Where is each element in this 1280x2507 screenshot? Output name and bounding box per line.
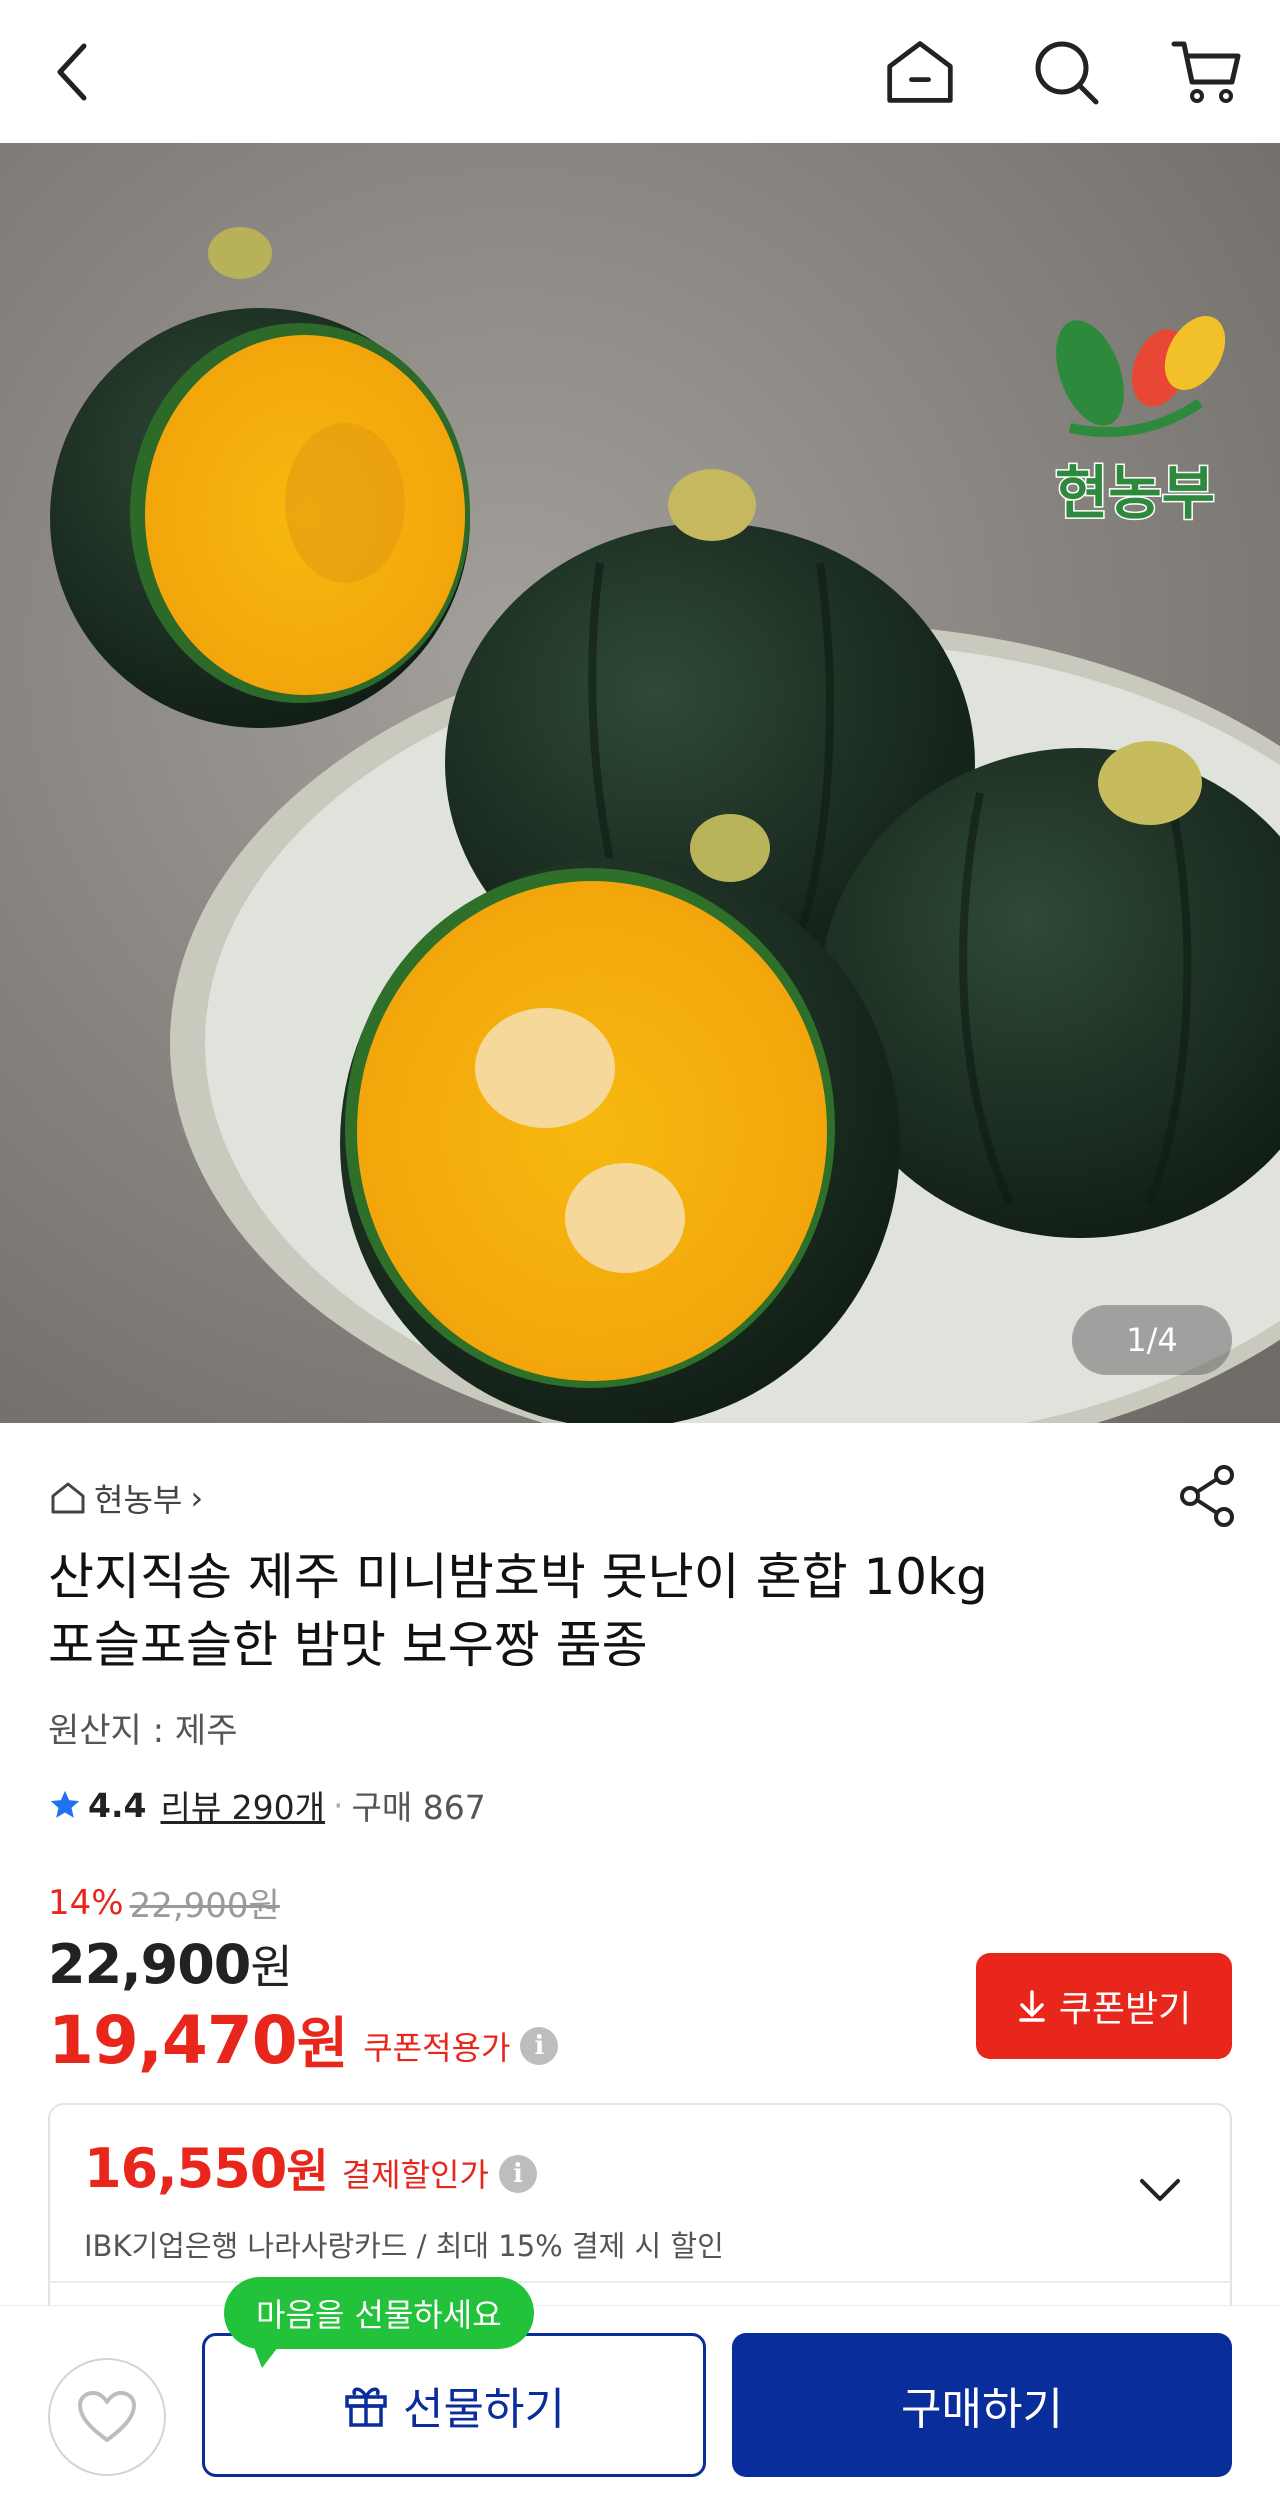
rating-score: 4.4 (88, 1785, 147, 1825)
product-title-line1: 산지직송 제주 미니밤호박 못난이 혼합 10kg (48, 1548, 988, 1606)
gift-tooltip-bubble: 마음을 선물하세요 (224, 2277, 534, 2349)
product-title-line2: 포슬포슬한 밤맛 보우짱 품종 (48, 1616, 648, 1674)
sale-price: 22,900원 (48, 1931, 558, 1997)
download-icon (1019, 1990, 1045, 2022)
store-link[interactable]: 현농부 › (50, 1475, 203, 1521)
buy-button[interactable]: 구매하기 (732, 2333, 1232, 2477)
gift-icon (345, 2387, 387, 2427)
get-coupon-label: 쿠폰받기 (1058, 1988, 1192, 2029)
back-button[interactable] (36, 36, 108, 108)
wishlist-button[interactable] (48, 2358, 166, 2476)
product-image-carousel[interactable]: 현농부 (0, 143, 1280, 1423)
product-photo: 현농부 (0, 143, 1280, 1423)
payment-info-icon[interactable]: i (498, 2155, 537, 2193)
discount-rate: 14% (48, 1882, 124, 1923)
payment-price-unit: 원 (286, 2144, 328, 2198)
coupon-price-label: 쿠폰적용가 (363, 2028, 511, 2067)
bottom-action-bar: 선물하기 구매하기 (0, 2305, 1280, 2507)
search-icon (1035, 41, 1099, 105)
payment-discount-card[interactable]: 16,550원 결제할인가 i IBK기업은행 나라사랑카드 / 최대 15% … (48, 2103, 1232, 2333)
gift-tooltip-tail (252, 2342, 282, 2368)
purchase-count: 구매 867 (351, 1788, 486, 1827)
rating-row: 4.4 리뷰 290개 · 구매 867 (48, 1781, 486, 1829)
product-origin: 원산지 : 제주 (48, 1711, 238, 1751)
coupon-price-number: 19,470 (48, 2002, 298, 2079)
chevron-right-icon: › (190, 1479, 204, 1517)
share-icon (1180, 1465, 1234, 1527)
payment-price: 16,550원 (84, 2135, 329, 2201)
gift-button-label: 선물하기 (403, 2385, 565, 2434)
card-divider (50, 2281, 1230, 2283)
payment-price-label: 결제할인가 (341, 2156, 489, 2194)
price-block: 14% 22,900원 22,900원 19,470원 쿠폰적용가 i (48, 1878, 559, 2080)
coupon-price-row: 19,470원 쿠폰적용가 i (48, 1999, 559, 2080)
share-button[interactable] (1178, 1465, 1236, 1527)
home-button[interactable] (884, 36, 956, 108)
cart-button[interactable] (1170, 36, 1242, 108)
original-price: 22,900원 (129, 1886, 280, 1926)
brand-logo-text: 현농부 (1055, 459, 1215, 527)
sale-price-unit: 원 (250, 1940, 292, 1994)
cart-icon (1171, 41, 1241, 103)
reviews-link[interactable]: 리뷰 290개 (160, 1781, 325, 1829)
search-button[interactable] (1030, 36, 1102, 108)
payment-price-number: 16,550 (84, 2137, 287, 2200)
star-icon (50, 1790, 80, 1818)
info-icon[interactable]: i (520, 2026, 559, 2065)
discount-row: 14% 22,900원 (48, 1878, 558, 1927)
sale-price-number: 22,900 (48, 1933, 251, 1996)
home-icon (887, 41, 953, 103)
top-app-bar (0, 0, 1280, 143)
payment-description: IBK기업은행 나라사랑카드 / 최대 15% 결제 시 할인 (84, 2229, 724, 2263)
store-home-icon (51, 1482, 85, 1514)
chevron-down-icon[interactable] (1136, 2165, 1184, 2213)
separator-dot: · (333, 1785, 344, 1825)
coupon-price: 19,470원 (48, 1999, 349, 2080)
store-name: 현농부 (94, 1481, 183, 1519)
payment-price-row: 16,550원 결제할인가 i (84, 2135, 537, 2201)
get-coupon-button[interactable]: 쿠폰받기 (976, 1953, 1232, 2059)
chevron-left-icon (57, 43, 87, 101)
coupon-price-unit: 원 (296, 2012, 349, 2077)
buy-button-label: 구매하기 (901, 2385, 1063, 2434)
product-title: 산지직송 제주 미니밤호박 못난이 혼합 10kg 포슬포슬한 밤맛 보우짱 품… (48, 1543, 1228, 1679)
heart-icon (78, 2391, 136, 2442)
image-counter: 1/4 (1072, 1305, 1232, 1375)
